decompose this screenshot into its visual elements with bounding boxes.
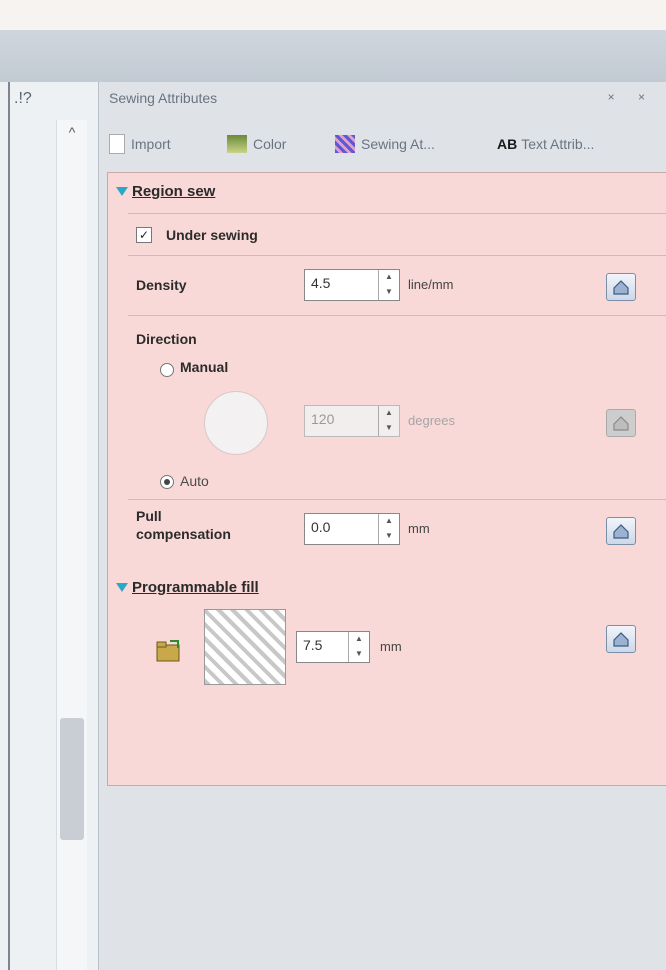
house-icon: [613, 280, 629, 295]
section-region-sew[interactable]: Region sew: [116, 183, 215, 200]
color-icon: [227, 135, 247, 153]
direction-manual-radio[interactable]: [160, 363, 174, 377]
section-title: Programmable fill: [132, 579, 259, 596]
panel-tabs: Import Color Sewing At... AB Text Attrib…: [109, 130, 666, 160]
spinner-arrows[interactable]: ▲ ▼: [378, 406, 399, 436]
direction-reset-button: [606, 409, 636, 437]
pull-compensation-value[interactable]: 0.0: [305, 514, 378, 544]
pull-compensation-label: Pull compensation: [136, 507, 231, 543]
section-title: Region sew: [132, 183, 216, 200]
pane-pin-mark: .!?: [14, 90, 32, 107]
window-top-strip: [0, 0, 666, 30]
panel-title: Sewing Attributes: [109, 90, 218, 106]
density-unit: line/mm: [408, 277, 454, 292]
import-icon: [109, 134, 125, 154]
pull-compensation-spinner[interactable]: 0.0 ▲ ▼: [304, 513, 400, 545]
divider: [128, 315, 666, 316]
under-sewing-checkbox[interactable]: ✓: [136, 227, 152, 243]
fill-pattern-preview[interactable]: [204, 609, 286, 685]
tab-color[interactable]: Color: [227, 130, 286, 158]
direction-label: Direction: [136, 331, 197, 347]
tab-sewing-attributes[interactable]: Sewing At...: [335, 130, 435, 158]
tab-label: Color: [253, 136, 287, 152]
divider: [128, 213, 666, 214]
text-attributes-icon: AB: [497, 136, 518, 152]
density-value[interactable]: 4.5: [305, 270, 378, 300]
density-spinner[interactable]: 4.5 ▲ ▼: [304, 269, 400, 301]
expand-triangle-icon: [116, 583, 128, 592]
panel-close-icon[interactable]: × ×: [608, 90, 655, 104]
folder-icon: [156, 640, 180, 662]
under-sewing-label: Under sewing: [166, 227, 258, 243]
density-label: Density: [136, 277, 187, 293]
tab-label: Text Attrib...: [521, 136, 595, 152]
programmable-fill-value[interactable]: 7.5: [297, 632, 348, 662]
tab-label: Sewing At...: [361, 136, 435, 152]
direction-dial[interactable]: [204, 391, 268, 455]
pull-compensation-line2: compensation: [136, 526, 231, 542]
sewing-attributes-icon: [335, 135, 355, 153]
divider: [128, 499, 666, 500]
pull-compensation-unit: mm: [408, 521, 430, 536]
spinner-arrows[interactable]: ▲ ▼: [348, 632, 369, 662]
direction-unit: degrees: [408, 413, 455, 428]
direction-auto-label: Auto: [180, 473, 209, 489]
direction-value[interactable]: 120: [305, 406, 378, 436]
left-pane-border: [8, 82, 10, 970]
house-icon: [613, 632, 629, 647]
spinner-arrows[interactable]: ▲ ▼: [378, 514, 399, 544]
toolbar-band: [0, 30, 666, 83]
pull-compensation-line1: Pull: [136, 508, 162, 524]
tab-label: Import: [131, 136, 171, 152]
tab-import[interactable]: Import: [109, 130, 171, 158]
programmable-fill-unit: mm: [380, 639, 402, 654]
programmable-fill-reset-button[interactable]: [606, 625, 636, 653]
programmable-fill-spinner[interactable]: 7.5 ▲ ▼: [296, 631, 370, 663]
density-reset-button[interactable]: [606, 273, 636, 301]
direction-spinner[interactable]: 120 ▲ ▼: [304, 405, 400, 437]
house-icon: [613, 416, 629, 431]
expand-triangle-icon: [116, 187, 128, 196]
vertical-scrollbar[interactable]: ^: [56, 120, 87, 970]
divider: [128, 255, 666, 256]
tab-text-attributes[interactable]: AB Text Attrib...: [497, 130, 594, 158]
direction-auto-radio[interactable]: [160, 475, 174, 489]
pull-compensation-reset-button[interactable]: [606, 517, 636, 545]
open-pattern-button[interactable]: [156, 639, 182, 663]
house-icon: [613, 524, 629, 539]
direction-manual-label: Manual: [180, 359, 229, 375]
scroll-thumb[interactable]: [60, 718, 84, 840]
scroll-up-icon[interactable]: ^: [63, 124, 81, 140]
sewing-attributes-panel: Sewing Attributes × × Import Color Sewin…: [98, 82, 666, 970]
attributes-content: Region sew ✓ Under sewing Density 4.5 ▲ ▼…: [107, 172, 666, 786]
spinner-arrows[interactable]: ▲ ▼: [378, 270, 399, 300]
section-programmable-fill[interactable]: Programmable fill: [116, 579, 259, 596]
